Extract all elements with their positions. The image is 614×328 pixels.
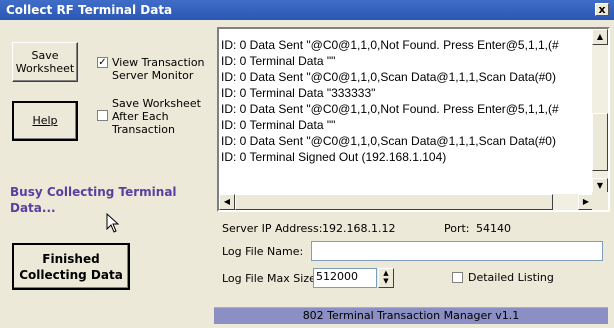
finished-collecting-button[interactable]: Finished Collecting Data	[12, 243, 130, 290]
help-label: Help	[32, 114, 58, 127]
port-label: Port:	[444, 222, 470, 235]
log-line: ID: 0 Terminal Data ""	[221, 118, 336, 132]
pointer-cursor-icon	[106, 213, 120, 233]
log-line: ID: 0 Data Sent "@C0@1,1,0,Not Found. Pr…	[221, 102, 559, 116]
scroll-left-icon[interactable]: ◀	[219, 194, 235, 210]
scroll-up-icon[interactable]: ▲	[592, 29, 608, 45]
save-worksheet-button[interactable]: Save Worksheet	[12, 42, 78, 82]
title-bar: Collect RF Terminal Data x	[0, 0, 614, 20]
vertical-scroll-thumb[interactable]	[592, 113, 608, 171]
log-line: ID: 0 Data Sent "@C0@1,1,0,Scan Data@1,1…	[221, 70, 556, 84]
transaction-log[interactable]: ID: 0 Data Sent "@C0@1,1,0,Not Found. Pr…	[217, 27, 610, 212]
window-title: Collect RF Terminal Data	[6, 3, 173, 17]
log-lines: ID: 0 Data Sent "@C0@1,1,0,Not Found. Pr…	[221, 37, 559, 165]
log-line: ID: 0 Data Sent "@C0@1,1,0,Scan Data@1,1…	[221, 134, 556, 148]
log-line: ID: 0 Terminal Data ""	[221, 54, 336, 68]
server-ip-value: 192.168.1.12	[322, 222, 396, 235]
close-button[interactable]: x	[595, 3, 609, 16]
status-text: Busy Collecting Terminal Data...	[10, 185, 177, 215]
log-line: ID: 0 Terminal Data "333333"	[221, 86, 376, 100]
log-file-name-label: Log File Name:	[222, 245, 304, 258]
scroll-corner	[592, 192, 608, 210]
transaction-panel: ID: 0 Data Sent "@C0@1,1,0,Not Found. Pr…	[212, 22, 614, 328]
horizontal-scroll-thumb[interactable]	[235, 194, 553, 210]
detailed-listing-checkbox[interactable]	[452, 272, 463, 283]
log-line: ID: 0 Terminal Signed Out (192.168.1.104…	[221, 150, 447, 164]
log-line: ID: 0 Data Sent "@C0@1,1,0,Not Found. Pr…	[221, 38, 559, 52]
port-value: 54140	[476, 222, 511, 235]
vertical-scrollbar[interactable]: ▲ ▼	[592, 29, 608, 194]
view-monitor-checkbox[interactable]: ✓	[97, 57, 108, 68]
help-button[interactable]: Help	[12, 101, 78, 141]
log-file-name-input[interactable]	[311, 241, 603, 261]
save-after-label: Save Worksheet After Each Transaction	[112, 97, 201, 136]
save-after-checkbox[interactable]	[97, 110, 108, 121]
horizontal-scrollbar[interactable]: ◀ ▶	[219, 194, 594, 210]
detailed-listing-label: Detailed Listing	[468, 271, 554, 284]
log-max-size-input[interactable]: 512000	[313, 268, 377, 288]
version-footer: 802 Terminal Transaction Manager v1.1	[214, 307, 608, 324]
max-size-spinner-icon[interactable]: ▲ ▼	[378, 268, 394, 288]
view-monitor-label: View Transaction Server Monitor	[112, 56, 205, 82]
log-max-size-label: Log File Max Size:	[222, 272, 320, 285]
server-ip-label: Server IP Address:	[222, 222, 323, 235]
